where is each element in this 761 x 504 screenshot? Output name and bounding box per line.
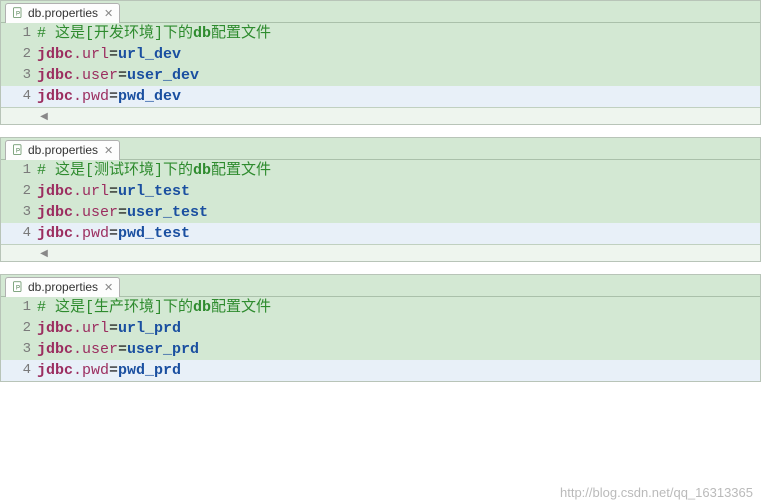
code-line[interactable]: 4jdbc.pwd=pwd_dev (1, 86, 760, 107)
svg-text:P: P (16, 148, 20, 154)
property-value: user_test (127, 204, 208, 221)
equals-token: = (109, 88, 118, 105)
close-icon[interactable]: ✕ (104, 7, 113, 20)
tab-label: db.properties (28, 6, 98, 20)
equals-token: = (118, 204, 127, 221)
property-value: pwd_dev (118, 88, 181, 105)
property-key: jdbc.pwd (37, 225, 109, 242)
property-key: jdbc.url (37, 46, 109, 63)
code-area[interactable]: 1# 这是[测试环境]下的db配置文件2jdbc.url=url_test3jd… (1, 160, 760, 244)
property-value: url_dev (118, 46, 181, 63)
line-content[interactable]: # 这是[开发环境]下的db配置文件 (37, 23, 760, 44)
code-line[interactable]: 2jdbc.url=url_dev (1, 44, 760, 65)
editor-panel: Pdb.properties✕1# 这是[测试环境]下的db配置文件2jdbc.… (0, 137, 761, 262)
equals-token: = (118, 67, 127, 84)
tab-bar: Pdb.properties ✕ (1, 138, 760, 160)
watermark-text: http://blog.csdn.net/qq_16313365 (560, 485, 753, 500)
close-icon[interactable]: ✕ (104, 144, 113, 157)
line-number: 1 (1, 160, 37, 181)
line-content[interactable]: jdbc.url=url_prd (37, 318, 760, 339)
property-value: url_prd (118, 320, 181, 337)
line-number: 2 (1, 318, 37, 339)
code-line[interactable]: 4jdbc.pwd=pwd_test (1, 223, 760, 244)
line-content[interactable]: jdbc.user=user_test (37, 202, 760, 223)
code-line[interactable]: 3jdbc.user=user_test (1, 202, 760, 223)
horizontal-scrollbar[interactable]: ◀ (1, 107, 760, 124)
editor-panel: Pdb.properties✕1# 这是[开发环境]下的db配置文件2jdbc.… (0, 0, 761, 125)
equals-token: = (109, 320, 118, 337)
line-content[interactable]: jdbc.url=url_dev (37, 44, 760, 65)
code-line[interactable]: 1# 这是[生产环境]下的db配置文件 (1, 297, 760, 318)
tab-label: db.properties (28, 280, 98, 294)
property-key: jdbc.url (37, 183, 109, 200)
svg-text:P: P (16, 285, 20, 291)
comment-token: # 这是[生产环境]下的db配置文件 (37, 299, 271, 316)
property-key: jdbc.pwd (37, 88, 109, 105)
editor-panel: Pdb.properties✕1# 这是[生产环境]下的db配置文件2jdbc.… (0, 274, 761, 382)
property-key: jdbc.user (37, 204, 118, 221)
property-key: jdbc.pwd (37, 362, 109, 379)
line-number: 1 (1, 297, 37, 318)
equals-token: = (109, 362, 118, 379)
line-content[interactable]: jdbc.user=user_prd (37, 339, 760, 360)
tab-label: db.properties (28, 143, 98, 157)
code-line[interactable]: 1# 这是[开发环境]下的db配置文件 (1, 23, 760, 44)
code-line[interactable]: 4jdbc.pwd=pwd_prd (1, 360, 760, 381)
property-key: jdbc.user (37, 341, 118, 358)
line-content[interactable]: jdbc.user=user_dev (37, 65, 760, 86)
line-number: 4 (1, 360, 37, 381)
code-area[interactable]: 1# 这是[生产环境]下的db配置文件2jdbc.url=url_prd3jdb… (1, 297, 760, 381)
line-number: 3 (1, 339, 37, 360)
line-number: 1 (1, 23, 37, 44)
property-key: jdbc.user (37, 67, 118, 84)
editor-tab[interactable]: Pdb.properties ✕ (5, 140, 120, 160)
code-line[interactable]: 3jdbc.user=user_dev (1, 65, 760, 86)
tab-bar: Pdb.properties ✕ (1, 275, 760, 297)
line-content[interactable]: jdbc.pwd=pwd_test (37, 223, 760, 244)
close-icon[interactable]: ✕ (104, 281, 113, 294)
line-content[interactable]: jdbc.url=url_test (37, 181, 760, 202)
svg-text:P: P (16, 11, 20, 17)
property-value: user_dev (127, 67, 199, 84)
property-value: pwd_prd (118, 362, 181, 379)
line-content[interactable]: jdbc.pwd=pwd_dev (37, 86, 760, 107)
property-value: pwd_test (118, 225, 190, 242)
property-key: jdbc.url (37, 320, 109, 337)
equals-token: = (118, 341, 127, 358)
line-number: 3 (1, 202, 37, 223)
code-line[interactable]: 2jdbc.url=url_prd (1, 318, 760, 339)
scroll-left-arrow-icon[interactable]: ◀ (37, 109, 51, 123)
line-number: 2 (1, 181, 37, 202)
comment-token: # 这是[测试环境]下的db配置文件 (37, 162, 271, 179)
line-number: 3 (1, 65, 37, 86)
scroll-left-arrow-icon[interactable]: ◀ (37, 246, 51, 260)
code-line[interactable]: 2jdbc.url=url_test (1, 181, 760, 202)
code-line[interactable]: 1# 这是[测试环境]下的db配置文件 (1, 160, 760, 181)
property-value: url_test (118, 183, 190, 200)
tab-bar: Pdb.properties ✕ (1, 1, 760, 23)
equals-token: = (109, 46, 118, 63)
line-number: 4 (1, 223, 37, 244)
code-area[interactable]: 1# 这是[开发环境]下的db配置文件2jdbc.url=url_dev3jdb… (1, 23, 760, 107)
line-number: 4 (1, 86, 37, 107)
horizontal-scrollbar[interactable]: ◀ (1, 244, 760, 261)
line-content[interactable]: # 这是[生产环境]下的db配置文件 (37, 297, 760, 318)
properties-file-icon: P (12, 7, 24, 19)
line-content[interactable]: # 这是[测试环境]下的db配置文件 (37, 160, 760, 181)
property-value: user_prd (127, 341, 199, 358)
editor-tab[interactable]: Pdb.properties ✕ (5, 277, 120, 297)
line-number: 2 (1, 44, 37, 65)
properties-file-icon: P (12, 281, 24, 293)
editor-tab[interactable]: Pdb.properties ✕ (5, 3, 120, 23)
properties-file-icon: P (12, 144, 24, 156)
equals-token: = (109, 183, 118, 200)
equals-token: = (109, 225, 118, 242)
code-line[interactable]: 3jdbc.user=user_prd (1, 339, 760, 360)
comment-token: # 这是[开发环境]下的db配置文件 (37, 25, 271, 42)
line-content[interactable]: jdbc.pwd=pwd_prd (37, 360, 760, 381)
